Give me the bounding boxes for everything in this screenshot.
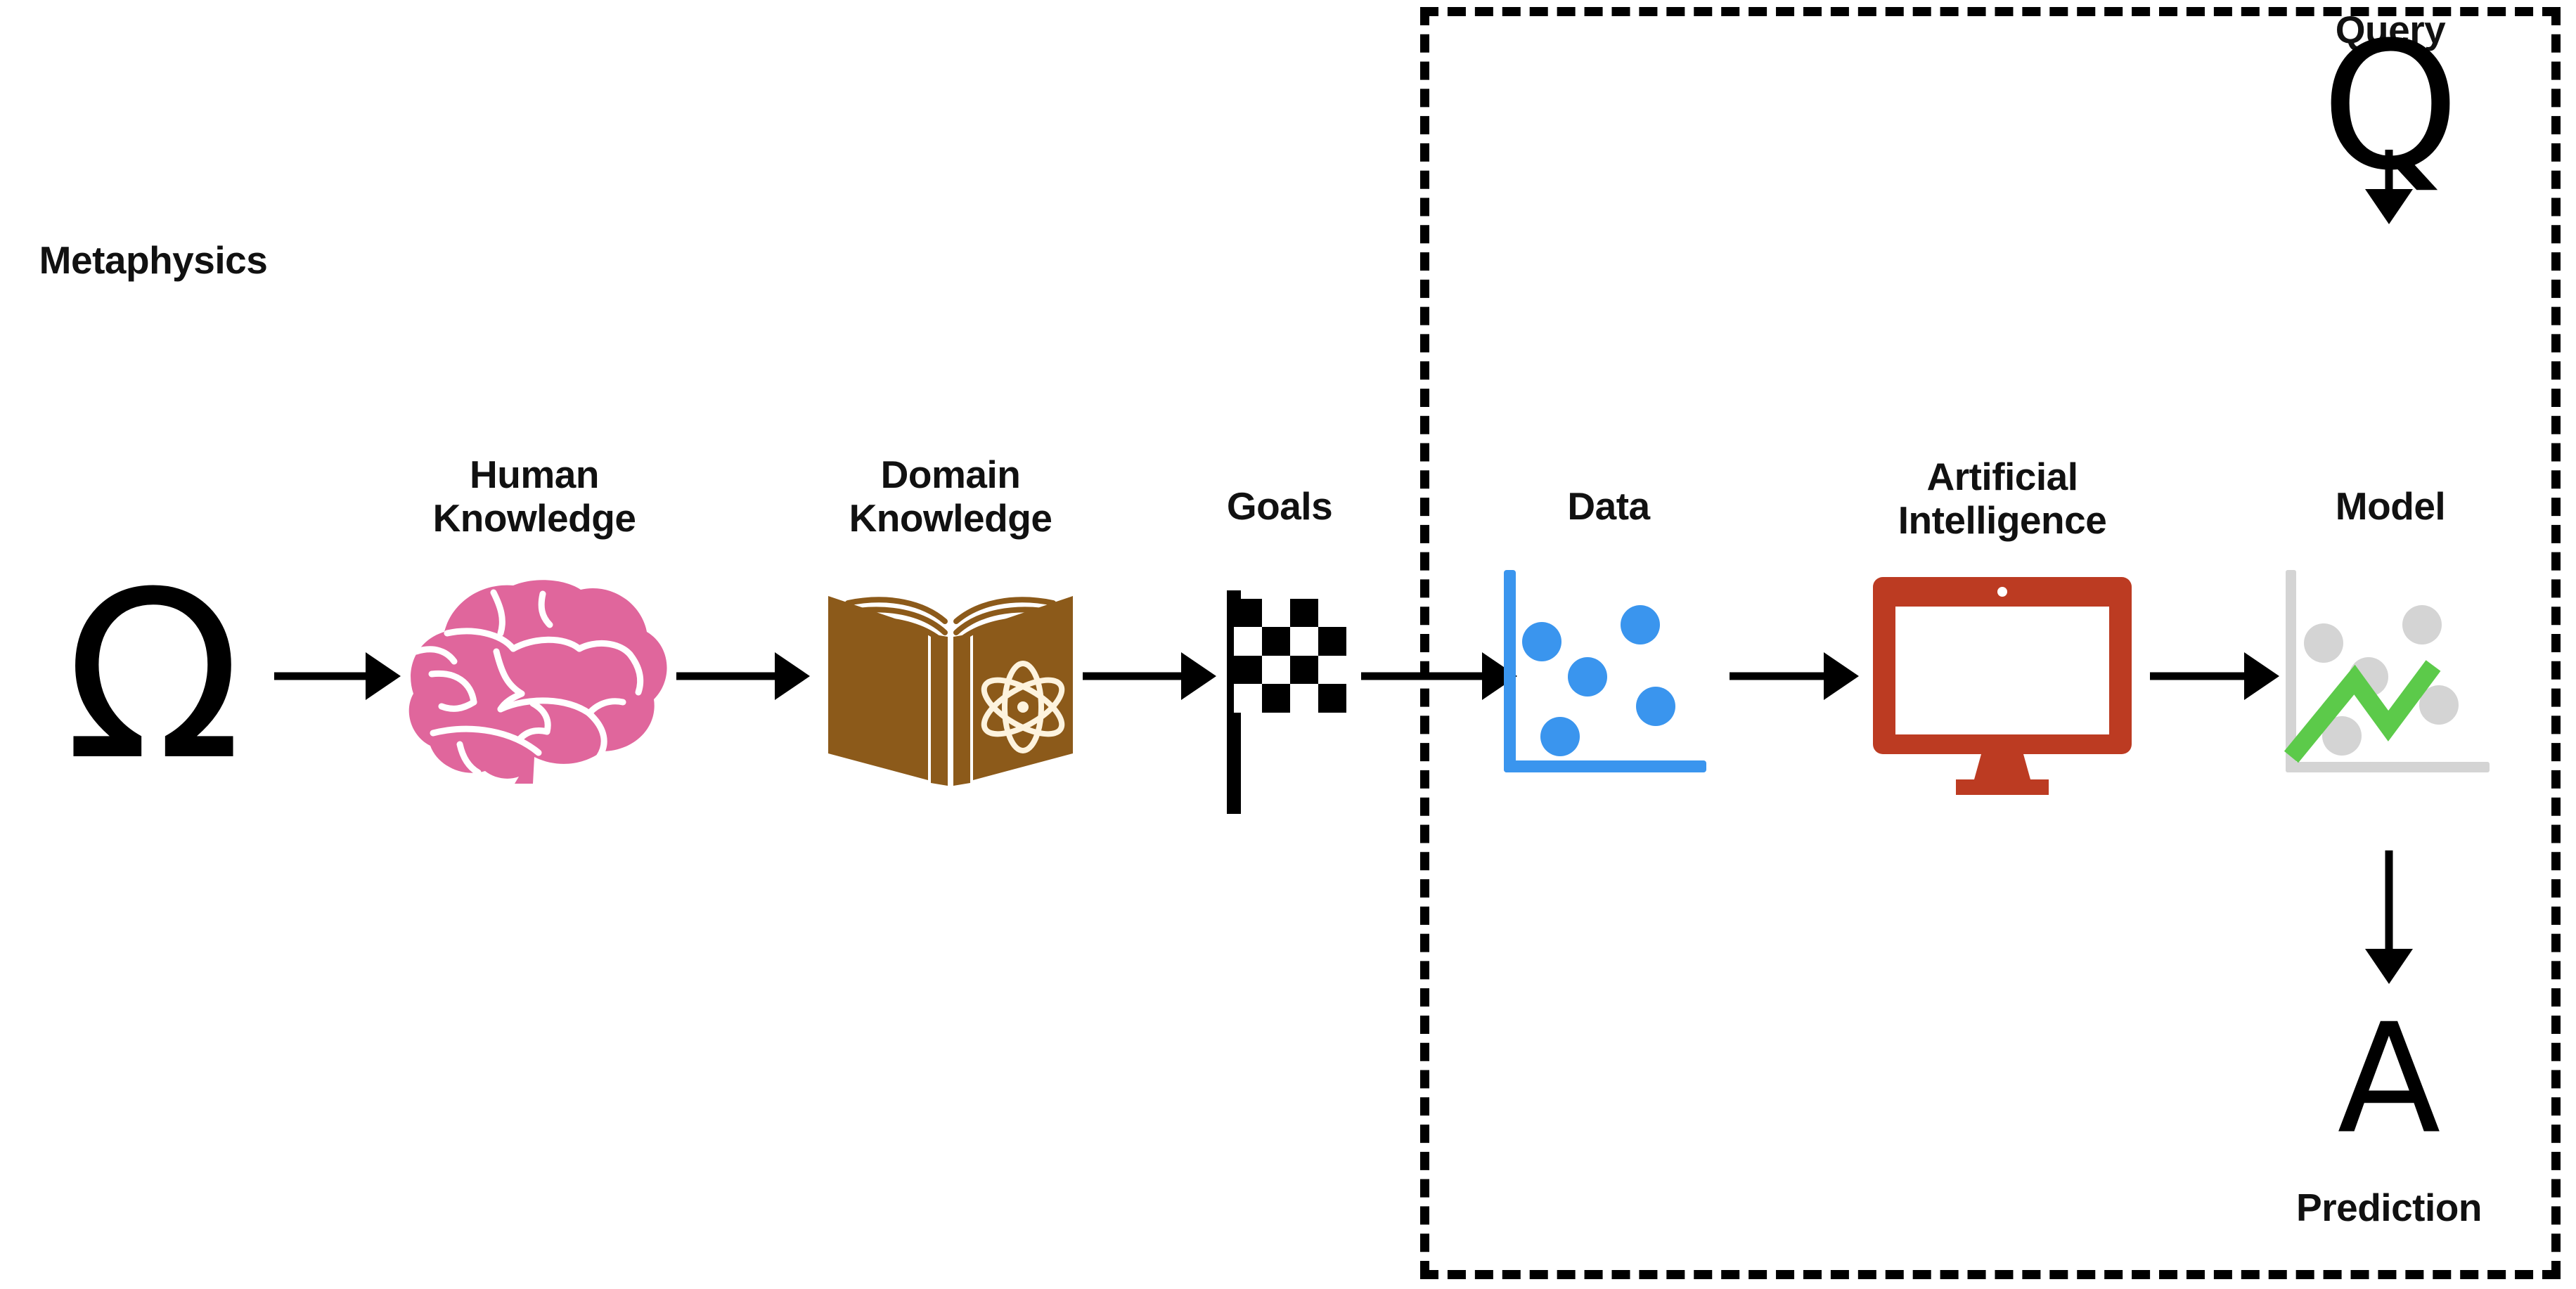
arrow-artificial-intelligence-to-model xyxy=(2150,652,2280,700)
brain-icon xyxy=(408,580,667,784)
arrow-query-to-model xyxy=(2365,150,2413,224)
checkered-flag-icon xyxy=(1227,590,1346,814)
metaphysics-label: Metaphysics xyxy=(39,238,268,282)
open-book-with-atom-icon xyxy=(828,596,1073,786)
prediction-label: Prediction xyxy=(2296,1186,2482,1229)
data-label: Data xyxy=(1567,484,1650,528)
artificial-intelligence-label: Artificial Intelligence xyxy=(1898,455,2107,542)
scatter-plot-icon-wrapper xyxy=(1500,566,1718,791)
diagram-canvas: Metaphysics Ω Human Knowledge Domain Kno… xyxy=(0,0,2576,1289)
fitted-line-chart-icon-wrapper xyxy=(2281,566,2499,791)
arrow-model-to-prediction xyxy=(2365,850,2413,984)
brain-icon-wrapper xyxy=(395,573,676,784)
model-label: Model xyxy=(2335,484,2446,528)
omega-symbol-icon: Ω xyxy=(64,541,243,811)
model-scatter-points xyxy=(2304,605,2459,756)
fitted-model-line xyxy=(2284,660,2441,763)
desktop-monitor-icon xyxy=(1873,577,2132,795)
fitted-line-chart-icon xyxy=(2284,570,2490,772)
desktop-monitor-icon-wrapper xyxy=(1869,573,2136,798)
human-knowledge-label: Human Knowledge xyxy=(432,453,636,540)
domain-knowledge-label: Domain Knowledge xyxy=(849,453,1052,540)
open-book-with-atom-icon-wrapper xyxy=(824,569,1077,787)
arrow-human-knowledge-to-domain-knowledge xyxy=(676,652,810,700)
arrow-domain-knowledge-to-goals xyxy=(1083,652,1216,700)
arrow-metaphysics-to-human-knowledge xyxy=(274,652,401,700)
checkered-flag-icon-wrapper xyxy=(1211,583,1359,815)
letter-a-glyph-icon: A xyxy=(2337,990,2441,1167)
goals-label: Goals xyxy=(1226,484,1333,528)
scatter-points xyxy=(1522,605,1675,756)
arrow-goals-to-data xyxy=(1361,652,1523,700)
arrow-data-to-artificial-intelligence xyxy=(1730,652,1860,700)
scatter-plot-icon xyxy=(1504,570,1706,772)
